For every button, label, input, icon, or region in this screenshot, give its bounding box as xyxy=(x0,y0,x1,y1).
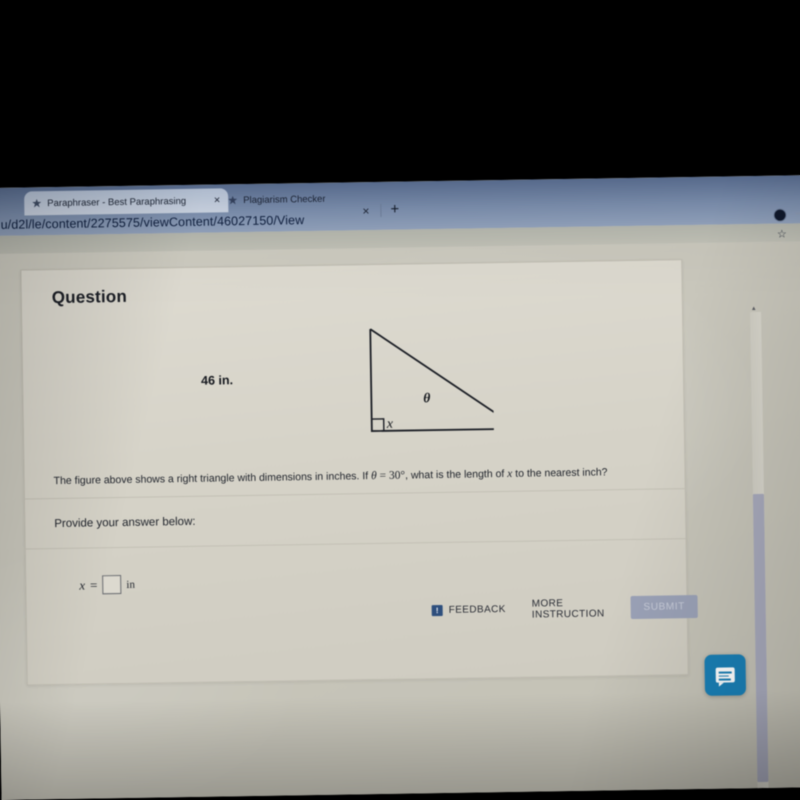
answer-unit-label: in xyxy=(126,578,136,591)
divider xyxy=(25,538,686,550)
provide-answer-label: Provide your answer below: xyxy=(54,515,196,531)
submit-button[interactable]: SUBMIT xyxy=(630,594,699,620)
question-text: The figure above shows a right triangle … xyxy=(53,463,671,489)
answer-input[interactable] xyxy=(102,575,122,595)
triangle-figure xyxy=(272,321,520,446)
tab-paraphraser[interactable]: Paraphraser - Best Paraphrasing × xyxy=(24,188,229,216)
answer-row: x = in xyxy=(79,575,135,595)
answer-equals: = xyxy=(89,576,98,593)
chat-bubble-icon xyxy=(715,667,735,683)
web-page-body: Question 46 in. x θ The figure above sho… xyxy=(0,241,800,800)
photo-of-laptop-screen: × Paraphraser - Best Paraphrasing × Plag… xyxy=(0,0,800,800)
tab-label: Paraphraser - Best Paraphrasing xyxy=(47,195,187,209)
triangle-svg xyxy=(369,328,520,432)
minimize-icon[interactable] xyxy=(795,212,800,214)
chat-widget-button[interactable] xyxy=(704,654,747,696)
extension-icon xyxy=(228,196,237,205)
profile-avatar[interactable] xyxy=(773,208,787,222)
figure-horizontal-label: x xyxy=(386,416,394,432)
action-bar: ! FEEDBACK MORE INSTRUCTION SUBMIT xyxy=(431,594,699,622)
question-equals: = xyxy=(376,469,390,482)
scroll-up-arrow[interactable]: ▴ xyxy=(752,304,756,312)
feedback-label: FEEDBACK xyxy=(448,603,506,616)
more-instruction-button[interactable]: MORE INSTRUCTION xyxy=(532,597,605,620)
divider xyxy=(24,488,685,500)
scrollbar-thumb[interactable] xyxy=(752,493,769,783)
question-card: Question 46 in. x θ The figure above sho… xyxy=(20,259,699,686)
question-text-part-1: The figure above shows a right triangle … xyxy=(53,470,372,488)
figure-vertical-label: 46 in. xyxy=(200,373,234,388)
offscreen-close-icon[interactable]: × xyxy=(0,194,1,206)
page-title: Question xyxy=(51,286,128,308)
question-angle-value: 30° xyxy=(388,469,406,482)
feedback-button[interactable]: ! FEEDBACK xyxy=(431,603,506,617)
extension-icon xyxy=(32,199,41,208)
question-text-part-2: , what is the length of xyxy=(404,467,508,482)
laptop-screen: × Paraphraser - Best Paraphrasing × Plag… xyxy=(0,175,800,800)
close-icon[interactable]: × xyxy=(210,194,221,206)
figure-angle-label: θ xyxy=(423,390,431,406)
bookmark-star-icon[interactable]: ☆ xyxy=(777,228,787,241)
tab-plagiarism-checker[interactable]: Plagiarism Checker xyxy=(220,186,404,213)
tab-label: Plagiarism Checker xyxy=(243,193,326,206)
alert-icon: ! xyxy=(431,604,443,617)
question-text-part-3: to the nearest inch? xyxy=(512,466,608,480)
answer-variable: x xyxy=(79,577,86,593)
